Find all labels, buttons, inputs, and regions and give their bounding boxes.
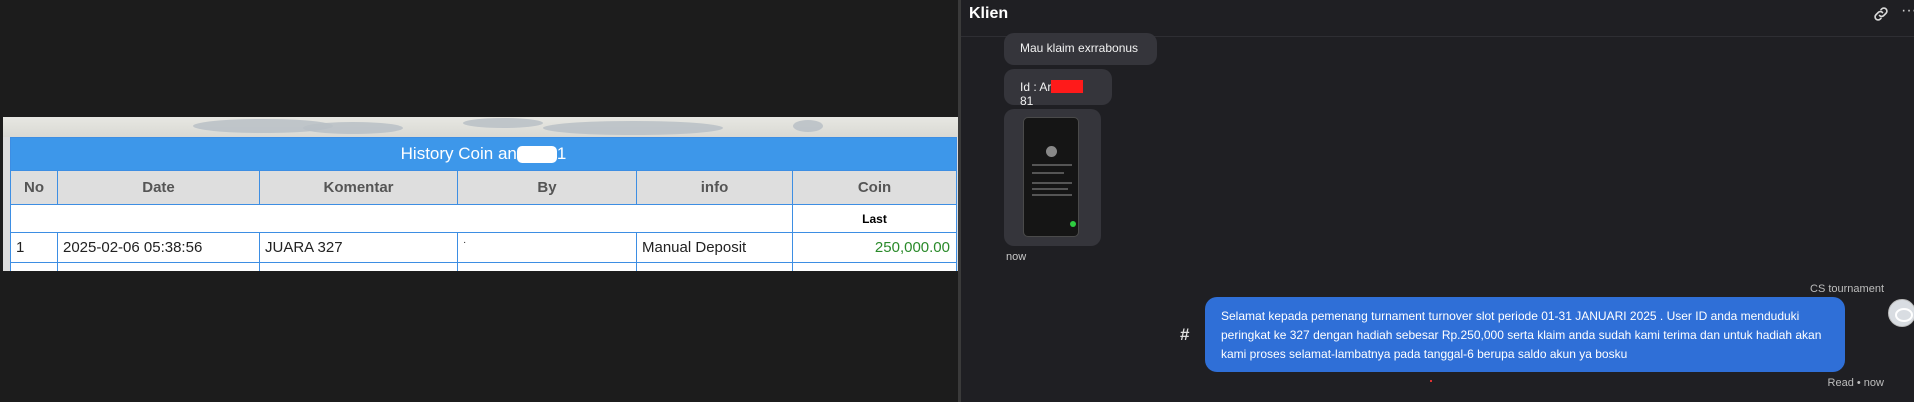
chat-title: Klien: [969, 5, 1009, 22]
read-status: Read • now: [1827, 377, 1884, 389]
id-redaction: [1051, 80, 1084, 93]
cell-no: 1: [10, 232, 58, 263]
decorative-dot: [1430, 380, 1432, 382]
history-coin-table: History Coin an 1 No Date Komentar By inf…: [10, 137, 957, 271]
id-suffix: 81: [1020, 94, 1034, 108]
link-icon[interactable]: [1872, 5, 1890, 23]
title-redaction: [516, 146, 557, 164]
sub-header-last: Last: [792, 204, 957, 233]
phone-screenshot-thumbnail: [1023, 117, 1079, 237]
column-header-no: No: [10, 170, 58, 205]
table-row: 1 2025-02-06 05:38:56 JUARA 327 · Manual…: [10, 232, 957, 263]
sender-name: CS tournament: [1810, 283, 1884, 295]
message-time: now: [1006, 251, 1027, 263]
more-icon[interactable]: ···: [1901, 2, 1914, 20]
cell-komentar: JUARA 327: [259, 232, 458, 263]
avatar: [1888, 299, 1914, 327]
cell-info: Manual Deposit: [636, 232, 793, 263]
column-header-by: By: [457, 170, 637, 205]
column-header-date: Date: [57, 170, 260, 205]
chat-header: Klien ···: [961, 0, 1914, 37]
cell-coin: 250,000.00: [792, 232, 957, 263]
title-suffix: 1: [556, 144, 567, 163]
hash-icon[interactable]: #: [1180, 325, 1189, 345]
world-map-banner: [3, 117, 958, 137]
incoming-image-message[interactable]: [1004, 109, 1101, 246]
column-header-coin: Coin: [792, 170, 957, 205]
table-title: History Coin an 1: [10, 137, 957, 171]
id-prefix: Id : Ar: [1020, 80, 1052, 94]
outgoing-message: Selamat kepada pemenang turnament turnov…: [1205, 297, 1845, 372]
table-row-partial: [10, 262, 957, 271]
column-header-komentar: Komentar: [259, 170, 458, 205]
history-coin-screenshot: History Coin an 1 No Date Komentar By inf…: [3, 117, 958, 271]
sub-header-blank: [10, 204, 793, 233]
title-prefix: History Coin an: [400, 144, 517, 163]
chat-pane: Klien ··· Mau klaim exrrabonus Id : Ar81…: [961, 0, 1914, 402]
column-header-info: info: [636, 170, 793, 205]
incoming-message: Mau klaim exrrabonus: [1004, 33, 1157, 65]
cell-by: ·: [457, 232, 637, 263]
screen: History Coin an 1 No Date Komentar By inf…: [0, 0, 1914, 402]
cell-date: 2025-02-06 05:38:56: [57, 232, 260, 263]
left-pane: History Coin an 1 No Date Komentar By inf…: [0, 0, 958, 402]
incoming-message-id: Id : Ar81: [1004, 69, 1112, 108]
